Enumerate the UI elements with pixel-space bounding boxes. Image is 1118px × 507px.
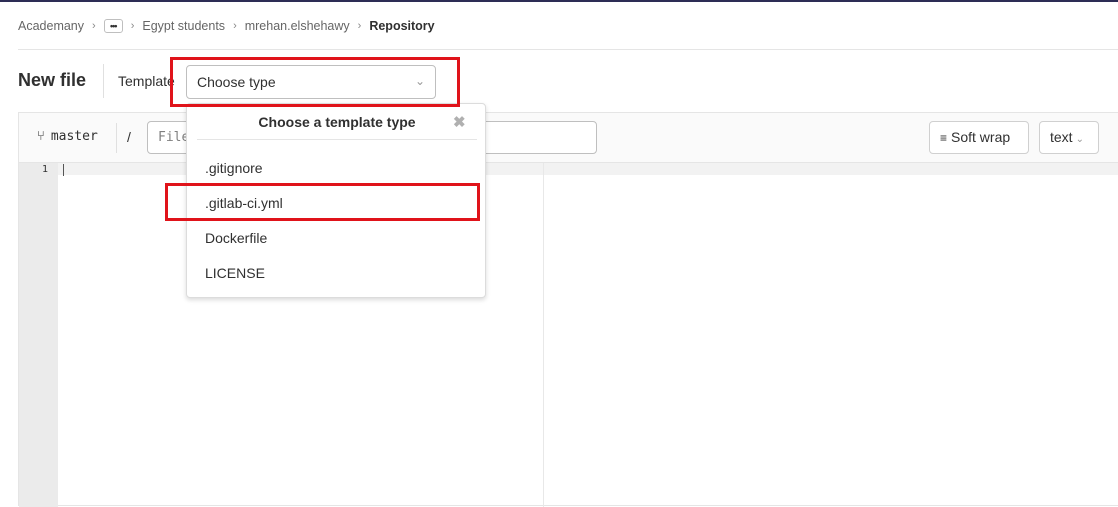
branch-name: master [50, 129, 98, 144]
close-icon[interactable]: ✖ [453, 113, 466, 131]
breadcrumb-item-subgroup[interactable]: Egypt students [142, 19, 225, 33]
soft-wrap-button[interactable]: ≡ Soft wrap [929, 121, 1029, 154]
text-cursor [63, 164, 64, 176]
path-separator: / [127, 129, 131, 145]
chevron-right-icon: › [233, 20, 237, 32]
header-vertical-divider [103, 64, 104, 98]
print-margin [543, 163, 544, 507]
top-accent-line [0, 0, 1118, 2]
file-editor: ⑂master / File name ≡Soft wrap text⌄ 1 [18, 112, 1118, 507]
dropdown-item-gitignore[interactable]: .gitignore [205, 160, 263, 176]
line-number: 1 [41, 164, 48, 175]
chevron-right-icon: › [92, 20, 96, 32]
dropdown-title: Choose a template type [258, 114, 416, 130]
branch-indicator: ⑂ master [37, 129, 98, 144]
highlight-box-gitlab-ci [165, 183, 480, 221]
chevron-right-icon: › [357, 20, 362, 32]
toolbar-divider [116, 123, 117, 153]
template-label: Template [118, 73, 175, 89]
soft-wrap-label: Soft wrap [951, 129, 1011, 145]
editor-toolbar: ⑂master / File name ≡Soft wrap text⌄ [19, 113, 1118, 163]
dropdown-item-license[interactable]: LICENSE [205, 265, 265, 281]
language-select[interactable]: text ⌄ [1039, 121, 1099, 154]
dropdown-item-dockerfile[interactable]: Dockerfile [205, 230, 267, 246]
breadcrumb-item-current[interactable]: Repository [369, 19, 434, 33]
header-divider [18, 49, 1118, 50]
language-value: text [1050, 129, 1073, 145]
breadcrumb: Academany › ••• › Egypt students › mreha… [18, 19, 435, 33]
page-title: New file [18, 70, 87, 90]
line-number-gutter: 1 [19, 163, 58, 507]
chevron-right-icon: › [130, 20, 135, 32]
dropdown-divider [197, 139, 477, 140]
chevron-down-icon: ⌄ [1075, 134, 1084, 145]
highlight-box-template-select [170, 57, 460, 107]
breadcrumb-more-button[interactable]: ••• [103, 19, 123, 33]
breadcrumb-item-group[interactable]: Academany [18, 19, 84, 33]
wrap-icon: ≡ [940, 131, 948, 145]
breadcrumb-item-project[interactable]: mrehan.elshehawy [245, 19, 350, 33]
fork-icon: ⑂ [37, 129, 45, 144]
